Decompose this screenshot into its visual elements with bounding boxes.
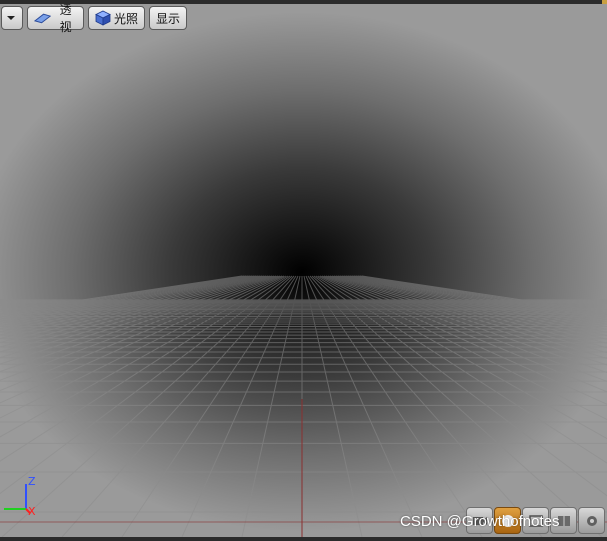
floor-grid <box>0 275 607 537</box>
show-button[interactable]: 显示 <box>149 6 187 30</box>
show-label: 显示 <box>156 11 181 26</box>
x-axis-label: X <box>28 505 36 518</box>
3d-viewport[interactable] <box>0 4 607 537</box>
status-bar <box>0 537 607 541</box>
perspective-label: 透视 <box>59 3 72 34</box>
perspective-button[interactable]: 透视 <box>27 3 84 34</box>
z-axis-label: Z <box>28 475 36 488</box>
settings-icon[interactable] <box>578 507 605 534</box>
watermark-text: CSDN @Growthofnotes <box>400 513 560 530</box>
perspective-icon <box>34 13 52 24</box>
axis-gizmo: Z X <box>0 475 42 525</box>
lighting-label: 光照 <box>114 11 139 26</box>
viewport-options-button[interactable] <box>1 6 23 30</box>
cube-icon <box>95 10 111 26</box>
lighting-button[interactable]: 光照 <box>88 6 145 30</box>
chevron-down-icon <box>6 16 15 20</box>
